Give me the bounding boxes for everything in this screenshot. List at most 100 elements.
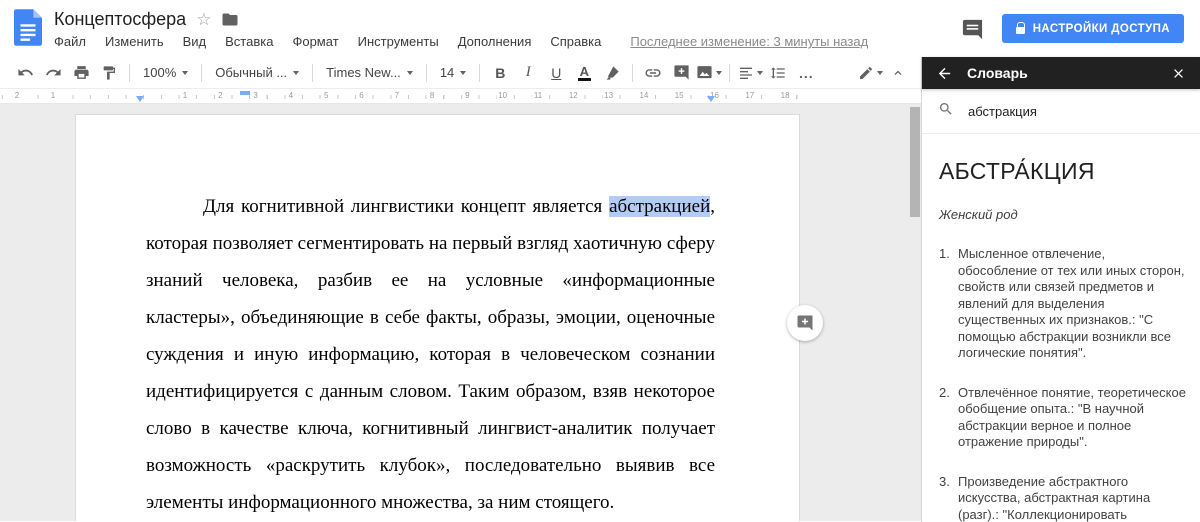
- docs-logo-icon[interactable]: [14, 9, 42, 51]
- menu-file[interactable]: Файл: [54, 34, 86, 49]
- definition-text: Отвлечённое понятие, теоретическое обобщ…: [958, 385, 1186, 451]
- collapse-toolbar-icon[interactable]: [885, 61, 911, 85]
- ruler-number: 12: [567, 91, 580, 100]
- share-button-label: НАСТРОЙКИ ДОСТУПА: [1033, 23, 1170, 35]
- ruler-ticks: [2, 95, 808, 99]
- vertical-scrollbar[interactable]: [910, 107, 920, 217]
- underline-button[interactable]: U: [543, 61, 569, 85]
- chevron-down-icon: [293, 71, 299, 75]
- toolbar-separator: [201, 64, 202, 82]
- text-color-button[interactable]: A: [571, 61, 597, 85]
- font-select[interactable]: Times New...: [320, 61, 419, 85]
- dictionary-search: [922, 89, 1200, 134]
- zoom-select[interactable]: 100%: [137, 61, 194, 85]
- paragraph-1-before: Для когнитивной лингвистики концепт явля…: [203, 196, 609, 217]
- toolbar-separator: [479, 64, 480, 82]
- back-icon[interactable]: [936, 65, 953, 82]
- add-comment-button[interactable]: [787, 305, 823, 341]
- right-indent-marker[interactable]: [707, 96, 715, 102]
- undo-icon[interactable]: [12, 61, 38, 85]
- folder-icon[interactable]: [221, 12, 239, 27]
- share-button[interactable]: НАСТРОЙКИ ДОСТУПА: [1002, 14, 1184, 43]
- menu-addons[interactable]: Дополнения: [458, 34, 532, 49]
- ruler-number: 1: [49, 91, 57, 100]
- definition-number: 3.: [939, 474, 953, 522]
- more-icon[interactable]: ...: [793, 61, 819, 85]
- ruler-number: 5: [322, 91, 330, 100]
- ruler-number: 3: [251, 91, 259, 100]
- definition-number: 2.: [939, 385, 953, 451]
- bold-button[interactable]: B: [487, 61, 513, 85]
- definitions-list: 1. Мысленное отвлечение, обособление от …: [939, 246, 1186, 522]
- italic-button[interactable]: I: [515, 61, 541, 85]
- dictionary-sidebar: Словарь АБСТРА́КЦИЯ Женский род 1. Мысле…: [921, 57, 1200, 522]
- styles-select[interactable]: Обычный ...: [209, 61, 305, 85]
- header-right: НАСТРОЙКИ ДОСТУПА: [961, 0, 1200, 43]
- paint-format-icon[interactable]: [96, 61, 122, 85]
- ruler[interactable]: 21123456789101112131415161718: [0, 89, 921, 104]
- search-icon: [938, 101, 954, 122]
- font-size-select[interactable]: 14: [434, 61, 472, 85]
- menu-help[interactable]: Справка: [550, 34, 601, 49]
- ruler-number: 18: [779, 91, 792, 100]
- toolbar-separator: [729, 64, 730, 82]
- insert-comment-icon[interactable]: [668, 61, 694, 85]
- definition-text: Произведение абстрактного искусства, абс…: [958, 474, 1186, 522]
- sidebar-header: Словарь: [922, 57, 1200, 89]
- menu-view[interactable]: Вид: [183, 34, 207, 49]
- chevron-down-icon: [877, 71, 883, 75]
- title-area: Концептосфера ☆ Файл Изменить Вид Вставк…: [54, 0, 961, 49]
- first-line-indent-marker[interactable]: [240, 91, 250, 95]
- chevron-down-icon: [757, 71, 763, 75]
- ruler-number: 1: [181, 91, 189, 100]
- close-icon[interactable]: [1171, 66, 1186, 81]
- ruler-number: 13: [602, 91, 615, 100]
- lock-icon: [1016, 27, 1025, 34]
- menu-insert[interactable]: Вставка: [225, 34, 273, 49]
- ruler-number: 17: [743, 91, 756, 100]
- redo-icon[interactable]: [40, 61, 66, 85]
- paragraph-1: Для когнитивной лингвистики концепт явля…: [146, 188, 715, 521]
- left-column: 100% Обычный ... Times New... 14 B I U A: [0, 57, 921, 522]
- line-spacing-icon[interactable]: [765, 61, 791, 85]
- comments-icon[interactable]: [961, 18, 984, 41]
- highlight-color-icon[interactable]: [599, 61, 625, 85]
- text-color-letter: A: [578, 65, 591, 81]
- align-icon[interactable]: [737, 61, 763, 85]
- document-text[interactable]: Для когнитивной лингвистики концепт явля…: [146, 188, 715, 521]
- star-icon[interactable]: ☆: [196, 11, 211, 28]
- ruler-number: 2: [13, 91, 21, 100]
- definition-number: 1.: [939, 246, 953, 362]
- ruler-number: 14: [637, 91, 650, 100]
- styles-value: Обычный ...: [215, 65, 287, 80]
- ruler-number: 7: [393, 91, 401, 100]
- font-size-value: 14: [440, 65, 454, 80]
- left-indent-marker[interactable]: [136, 96, 144, 102]
- chevron-down-icon: [182, 71, 188, 75]
- definition-item: 2. Отвлечённое понятие, теоретическое об…: [939, 385, 1186, 451]
- toolbar-separator: [426, 64, 427, 82]
- document-page[interactable]: Для когнитивной лингвистики концепт явля…: [75, 114, 800, 521]
- menu-tools[interactable]: Инструменты: [358, 34, 439, 49]
- menu-format[interactable]: Формат: [292, 34, 338, 49]
- ruler-number: 2: [216, 91, 224, 100]
- last-edit-link[interactable]: Последнее изменение: 3 минуты назад: [630, 34, 868, 49]
- search-input[interactable]: [968, 104, 1184, 119]
- edit-mode-icon[interactable]: [857, 61, 883, 85]
- document-area: Для когнитивной лингвистики концепт явля…: [0, 104, 921, 521]
- doc-title[interactable]: Концептосфера: [54, 9, 186, 30]
- chevron-down-icon: [716, 71, 722, 75]
- dictionary-word: АБСТРА́КЦИЯ: [939, 158, 1186, 185]
- selected-word[interactable]: абстракцией: [609, 196, 710, 217]
- chevron-down-icon: [407, 71, 413, 75]
- definition-item: 3. Произведение абстрактного искусства, …: [939, 474, 1186, 522]
- menubar: Файл Изменить Вид Вставка Формат Инструм…: [54, 34, 961, 49]
- insert-link-icon[interactable]: [640, 61, 666, 85]
- menu-edit[interactable]: Изменить: [105, 34, 164, 49]
- insert-image-icon[interactable]: [696, 61, 722, 85]
- definition-item: 1. Мысленное отвлечение, обособление от …: [939, 246, 1186, 362]
- toolbar: 100% Обычный ... Times New... 14 B I U A: [0, 57, 921, 89]
- toolbar-separator: [632, 64, 633, 82]
- print-icon[interactable]: [68, 61, 94, 85]
- definition-text: Мысленное отвлечение, обособление от тех…: [958, 246, 1186, 362]
